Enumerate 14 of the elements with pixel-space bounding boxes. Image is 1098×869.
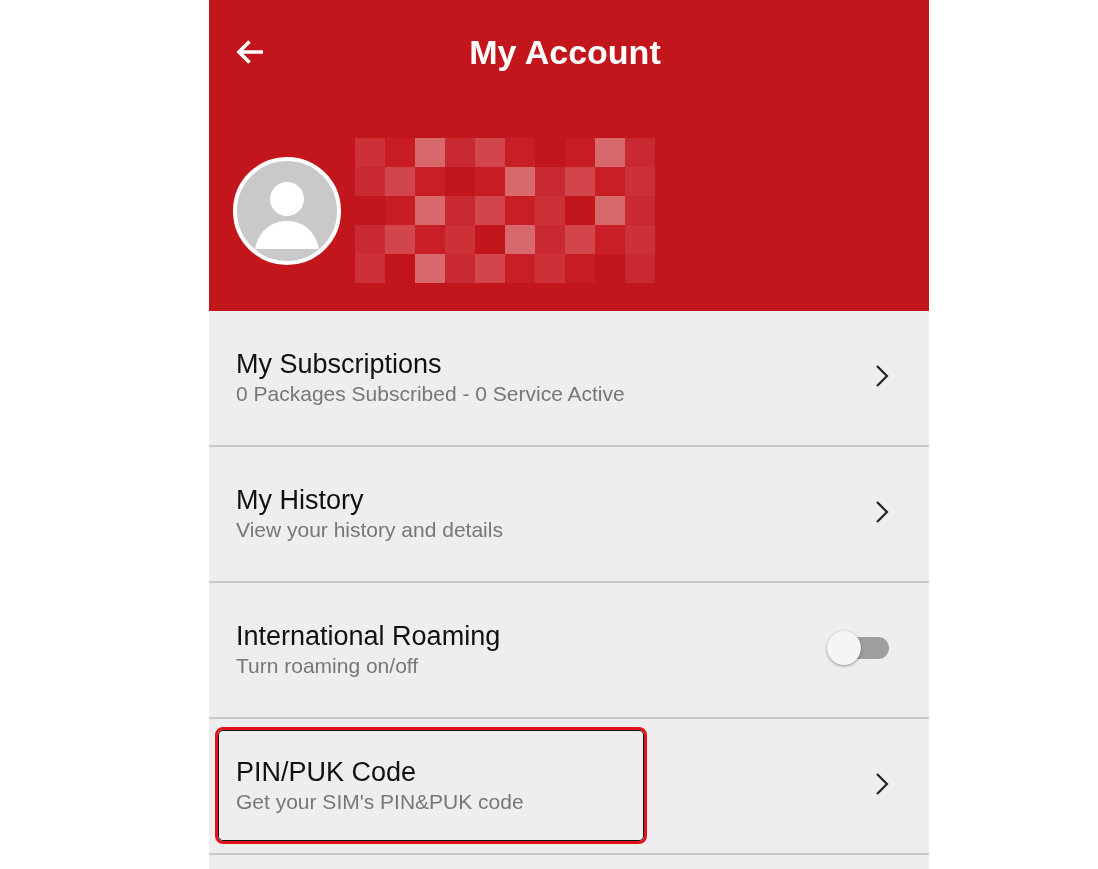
menu-title: My History: [236, 484, 365, 516]
toggle-switch[interactable]: [827, 631, 889, 665]
menu-subtitle: Get your SIM's PIN&PUK code: [236, 789, 525, 815]
chevron-right-icon[interactable]: [875, 500, 889, 524]
menu-subtitle: View your history and details: [236, 517, 504, 543]
menu-title: My Subscriptions: [236, 348, 443, 380]
menu-title: PIN/PUK Code: [236, 756, 418, 788]
menu-subtitle: 0 Packages Subscribed - 0 Service Active: [236, 381, 626, 407]
screen-title: My Account: [468, 32, 662, 72]
menu-subtitle: Turn roaming on/off: [236, 653, 420, 679]
chevron-right-icon[interactable]: [875, 772, 889, 796]
chevron-right-icon[interactable]: [875, 364, 889, 388]
menu-title: International Roaming: [236, 620, 502, 652]
avatar-icon: [233, 156, 341, 265]
